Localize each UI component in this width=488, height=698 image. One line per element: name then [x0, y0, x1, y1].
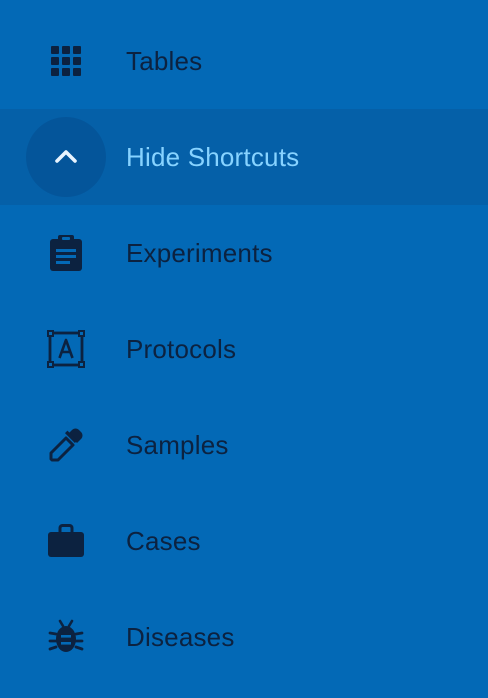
nav-item-experiments[interactable]: Experiments	[0, 205, 488, 301]
nav-item-icon-wrap	[26, 21, 106, 101]
nav-item-label: Tables	[126, 46, 203, 76]
nav-item-label: Experiments	[126, 238, 273, 268]
nav-item-icon-wrap	[26, 501, 106, 581]
briefcase-icon	[46, 521, 86, 561]
hide-shortcuts-button[interactable]: Hide Shortcuts	[0, 109, 488, 205]
nav-item-label: Protocols	[126, 334, 237, 364]
nav-item-icon-circle	[26, 117, 106, 197]
nav-item-icon-wrap	[26, 309, 106, 389]
nav-item-label: Cases	[126, 526, 201, 556]
text-frame-icon	[46, 329, 86, 369]
nav-item-icon-wrap	[26, 597, 106, 677]
sidebar-nav: Tables Hide Shortcuts Experiments Protoc…	[0, 0, 488, 698]
nav-item-cases[interactable]: Cases	[0, 493, 488, 589]
nav-item-diseases[interactable]: Diseases	[0, 589, 488, 685]
nav-item-label: Hide Shortcuts	[126, 142, 300, 172]
nav-item-icon-wrap	[26, 405, 106, 485]
clipboard-icon	[46, 233, 86, 273]
chevron-up-icon	[46, 137, 86, 177]
eyedropper-icon	[46, 425, 86, 465]
grid-icon	[46, 41, 86, 81]
nav-item-samples[interactable]: Samples	[0, 397, 488, 493]
nav-item-protocols[interactable]: Protocols	[0, 301, 488, 397]
nav-item-tables[interactable]: Tables	[0, 13, 488, 109]
nav-item-label: Samples	[126, 430, 229, 460]
nav-item-label: Diseases	[126, 622, 235, 652]
bug-icon	[46, 617, 86, 657]
nav-item-icon-wrap	[26, 213, 106, 293]
